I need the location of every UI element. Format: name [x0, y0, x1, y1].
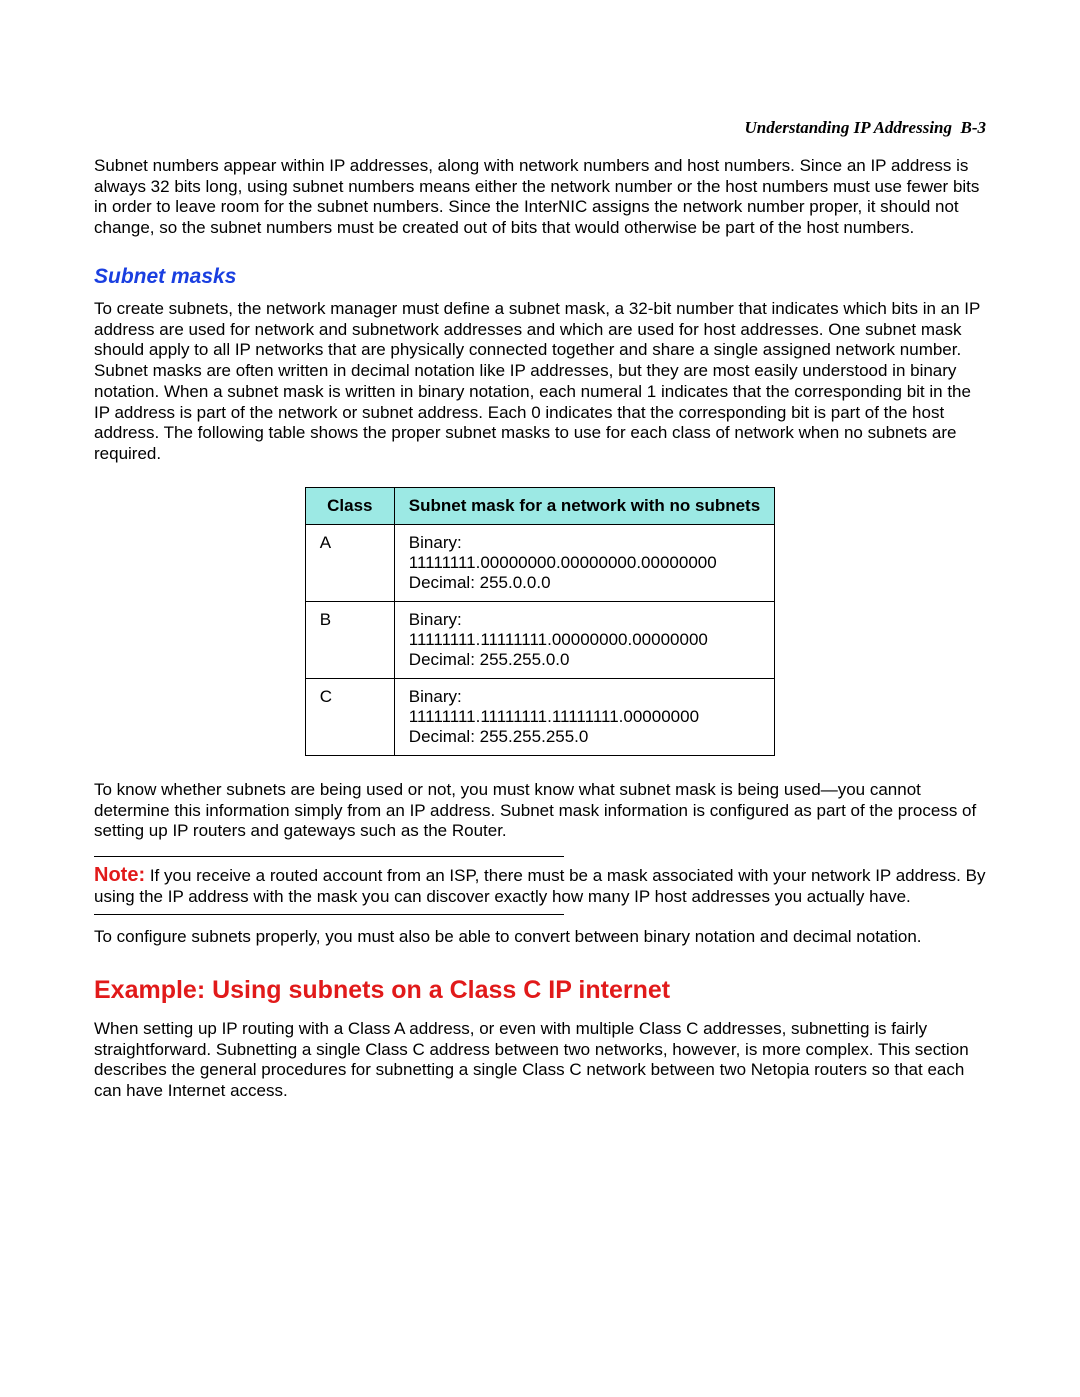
table-row: C Binary: 11111111.11111111.11111111.000… — [305, 678, 774, 755]
header-page: B-3 — [961, 118, 987, 137]
note-block: Note: If you receive a routed account fr… — [94, 856, 986, 915]
example-paragraph: When setting up IP routing with a Class … — [94, 1019, 986, 1102]
cell-mask: Binary: 11111111.11111111.11111111.00000… — [394, 678, 774, 755]
heading-subnet-masks: Subnet masks — [94, 265, 986, 289]
note-label: Note: — [94, 864, 145, 886]
binary-value: 11111111.11111111.11111111.00000000 — [409, 707, 699, 726]
intro-paragraph: Subnet numbers appear within IP addresse… — [94, 156, 986, 239]
cell-class: A — [305, 524, 394, 601]
table-header-mask: Subnet mask for a network with no subnet… — [394, 487, 774, 524]
cell-mask: Binary: 11111111.11111111.00000000.00000… — [394, 601, 774, 678]
table-header-class: Class — [305, 487, 394, 524]
after-note-paragraph: To configure subnets properly, you must … — [94, 927, 986, 948]
binary-value: 11111111.00000000.00000000.00000000 — [409, 553, 717, 572]
note-paragraph: Note: If you receive a routed account fr… — [94, 863, 986, 908]
page: Understanding IP Addressing B-3 Subnet n… — [0, 0, 1080, 1397]
cell-class: C — [305, 678, 394, 755]
table-row: A Binary: 11111111.00000000.00000000.000… — [305, 524, 774, 601]
heading-example: Example: Using subnets on a Class C IP i… — [94, 976, 986, 1005]
note-rule-top — [94, 856, 564, 857]
decimal-value: Decimal: 255.0.0.0 — [409, 573, 551, 592]
binary-label: Binary: — [409, 533, 462, 552]
binary-label: Binary: — [409, 687, 462, 706]
after-table-paragraph: To know whether subnets are being used o… — [94, 780, 986, 842]
decimal-value: Decimal: 255.255.0.0 — [409, 650, 570, 669]
note-rule-bottom — [94, 914, 564, 915]
binary-value: 11111111.11111111.00000000.00000000 — [409, 630, 708, 649]
decimal-value: Decimal: 255.255.255.0 — [409, 727, 589, 746]
binary-label: Binary: — [409, 610, 462, 629]
subnet-paragraph: To create subnets, the network manager m… — [94, 299, 986, 465]
cell-mask: Binary: 11111111.00000000.00000000.00000… — [394, 524, 774, 601]
table-header-row: Class Subnet mask for a network with no … — [305, 487, 774, 524]
cell-class: B — [305, 601, 394, 678]
running-header: Understanding IP Addressing B-3 — [94, 118, 986, 138]
table-row: B Binary: 11111111.11111111.00000000.000… — [305, 601, 774, 678]
subnet-mask-table: Class Subnet mask for a network with no … — [305, 487, 775, 756]
header-title: Understanding IP Addressing — [744, 118, 952, 137]
note-body: If you receive a routed account from an … — [94, 866, 985, 906]
